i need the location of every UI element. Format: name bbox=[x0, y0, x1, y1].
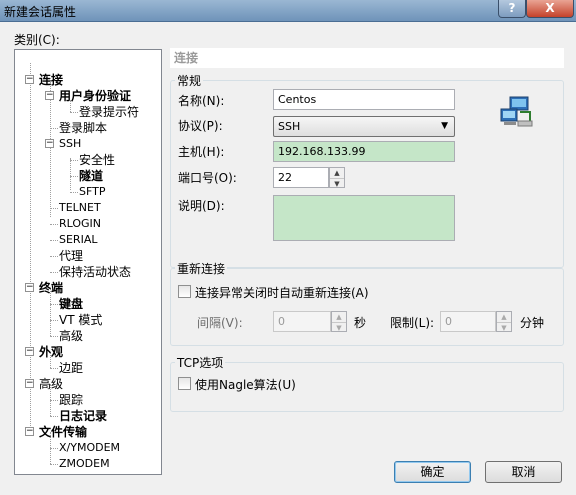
reconnect-group bbox=[170, 268, 564, 346]
spin-down-icon[interactable]: ▼ bbox=[330, 178, 344, 188]
spin-down-icon[interactable]: ▼ bbox=[332, 322, 346, 332]
general-group-title: 常规 bbox=[175, 72, 204, 89]
tree-item-zmodem[interactable]: ZMODEM bbox=[59, 456, 110, 472]
spin-down-icon[interactable]: ▼ bbox=[497, 322, 511, 332]
tree-item-ssh[interactable]: SSH bbox=[59, 136, 81, 152]
tree-item-keepalive[interactable]: 保持活动状态 bbox=[59, 264, 131, 280]
tree-item-logging[interactable]: 日志记录 bbox=[59, 408, 107, 424]
tree-item-terminal-advanced[interactable]: 高级 bbox=[59, 328, 83, 344]
reconnect-group-title: 重新连接 bbox=[175, 260, 228, 277]
host-field[interactable]: 192.168.133.99 bbox=[273, 141, 455, 162]
limit-field[interactable]: 0 bbox=[440, 311, 496, 332]
host-label: 主机(H): bbox=[178, 145, 225, 159]
chevron-down-icon: ▼ bbox=[441, 121, 448, 131]
port-stepper[interactable]: ▲ ▼ bbox=[329, 167, 345, 188]
collapse-icon[interactable]: − bbox=[45, 139, 54, 148]
protocol-select[interactable]: SSH ▼ bbox=[273, 116, 455, 137]
protocol-label: 协议(P): bbox=[178, 119, 223, 133]
tree-item-sftp[interactable]: SFTP bbox=[79, 184, 105, 200]
limit-unit: 分钟 bbox=[520, 316, 545, 330]
collapse-icon[interactable]: − bbox=[45, 91, 54, 100]
close-button[interactable]: X bbox=[526, 0, 574, 18]
tree-item-vt-mode[interactable]: VT 模式 bbox=[59, 312, 102, 328]
description-label: 说明(D): bbox=[178, 199, 225, 213]
tree-item-login-script[interactable]: 登录脚本 bbox=[59, 120, 107, 136]
spin-up-icon[interactable]: ▲ bbox=[330, 168, 344, 178]
tree-item-terminal[interactable]: 终端 bbox=[39, 280, 63, 296]
collapse-icon[interactable]: − bbox=[25, 75, 34, 84]
tree-item-security[interactable]: 安全性 bbox=[79, 152, 115, 168]
description-field[interactable] bbox=[273, 195, 455, 241]
nagle-checkbox[interactable] bbox=[178, 377, 191, 390]
limit-label: 限制(L): bbox=[390, 316, 435, 330]
tree-item-rlogin[interactable]: RLOGIN bbox=[59, 216, 101, 232]
tree-item-advanced[interactable]: 高级 bbox=[39, 376, 63, 392]
window-title: 新建会话属性 bbox=[4, 5, 77, 19]
dialog-body: 类别(C): − 连接 − 用户身份验证 登录提示符 登录脚本 − SSH 安全… bbox=[0, 22, 576, 495]
spin-up-icon[interactable]: ▲ bbox=[332, 312, 346, 322]
collapse-icon[interactable]: − bbox=[25, 379, 34, 388]
tree-item-telnet[interactable]: TELNET bbox=[59, 200, 101, 216]
limit-stepper[interactable]: ▲ ▼ bbox=[496, 311, 512, 332]
collapse-icon[interactable]: − bbox=[25, 347, 34, 356]
tree-item-login-prompt[interactable]: 登录提示符 bbox=[79, 104, 139, 120]
category-label: 类别(C): bbox=[14, 33, 60, 47]
port-field[interactable]: 22 bbox=[273, 167, 329, 188]
port-label: 端口号(O): bbox=[178, 171, 237, 185]
tree-item-tunnel[interactable]: 隧道 bbox=[79, 168, 103, 184]
collapse-icon[interactable]: − bbox=[25, 283, 34, 292]
name-field[interactable]: Centos bbox=[273, 89, 455, 110]
protocol-value: SSH bbox=[278, 120, 301, 133]
cancel-button[interactable]: 取消 bbox=[485, 461, 562, 483]
spin-up-icon[interactable]: ▲ bbox=[497, 312, 511, 322]
nagle-label[interactable]: 使用Nagle算法(U) bbox=[195, 376, 296, 393]
tree-item-connection[interactable]: 连接 bbox=[39, 72, 63, 88]
tree-item-keyboard[interactable]: 键盘 bbox=[59, 296, 83, 312]
interval-unit: 秒 bbox=[354, 316, 367, 330]
tree-line bbox=[70, 158, 71, 190]
tree-item-proxy[interactable]: 代理 bbox=[59, 248, 83, 264]
interval-stepper[interactable]: ▲ ▼ bbox=[331, 311, 347, 332]
tcp-group-title: TCP选项 bbox=[175, 354, 226, 371]
tree-item-file-transfer[interactable]: 文件传输 bbox=[39, 424, 87, 440]
auto-reconnect-label[interactable]: 连接异常关闭时自动重新连接(A) bbox=[195, 284, 369, 301]
tree-item-trace[interactable]: 跟踪 bbox=[59, 392, 83, 408]
help-button[interactable]: ? bbox=[498, 0, 526, 18]
interval-label: 间隔(V): bbox=[197, 316, 243, 330]
tree-item-serial[interactable]: SERIAL bbox=[59, 232, 97, 248]
tree-item-xymodem[interactable]: X/YMODEM bbox=[59, 440, 120, 456]
tree-item-appearance[interactable]: 外观 bbox=[39, 344, 63, 360]
category-tree[interactable]: − 连接 − 用户身份验证 登录提示符 登录脚本 − SSH 安全性 隧道 SF… bbox=[14, 49, 162, 475]
name-label: 名称(N): bbox=[178, 94, 225, 108]
ok-button[interactable]: 确定 bbox=[394, 461, 471, 483]
pane-header: 连接 bbox=[170, 48, 564, 68]
tree-item-margins[interactable]: 边距 bbox=[59, 360, 83, 376]
auto-reconnect-checkbox[interactable] bbox=[178, 285, 191, 298]
title-bar: 新建会话属性 ? X bbox=[0, 0, 576, 22]
network-icon bbox=[500, 96, 533, 127]
collapse-icon[interactable]: − bbox=[25, 427, 34, 436]
interval-field[interactable]: 0 bbox=[273, 311, 331, 332]
